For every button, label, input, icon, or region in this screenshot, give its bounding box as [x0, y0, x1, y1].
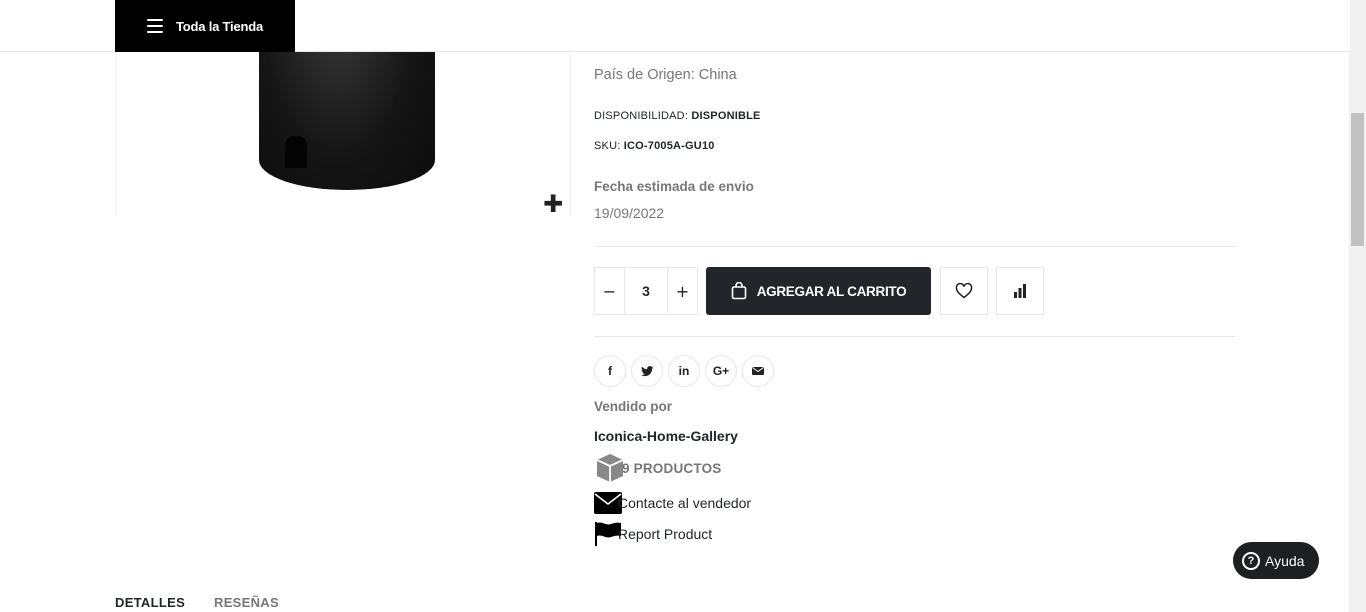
question-icon: ? — [1242, 551, 1260, 570]
page-scrollbar[interactable] — [1349, 0, 1366, 612]
quantity-input[interactable]: 3 — [624, 268, 668, 314]
vendor-products-link[interactable]: 9 PRODUCTOS — [594, 452, 721, 484]
contact-vendor-label: Contacte al vendedor — [618, 495, 752, 511]
googleplus-icon: G+ — [712, 364, 730, 378]
zoom-plus-icon[interactable]: ✚ — [543, 192, 563, 216]
origin-text: País de Origen: China — [594, 67, 737, 83]
facebook-share-button[interactable]: f — [594, 355, 626, 387]
quantity-plus-button[interactable]: + — [668, 268, 697, 314]
hamburger-icon — [147, 19, 163, 33]
wishlist-button[interactable] — [940, 267, 988, 315]
shipping-date: 19/09/2022 — [594, 205, 665, 221]
contact-vendor-link[interactable]: Contacte al vendedor — [594, 492, 751, 514]
tab-details[interactable]: DETALLES — [115, 595, 185, 610]
quantity-minus-button[interactable]: − — [595, 268, 624, 314]
share-links: f in G+ — [594, 355, 774, 387]
add-to-cart-label: AGREGAR AL CARRITO — [756, 283, 907, 299]
availability-value: DISPONIBLE — [691, 110, 761, 122]
sku-value: ICO-7005A-GU10 — [623, 140, 715, 152]
linkedin-icon: in — [678, 364, 690, 378]
twitter-icon — [640, 365, 653, 376]
report-product-label: Report Product — [618, 526, 713, 542]
bar-chart-icon — [1014, 284, 1026, 298]
googleplus-share-button[interactable]: G+ — [705, 355, 737, 387]
divider — [594, 246, 1235, 247]
all-store-menu-button[interactable]: Toda la Tienda — [115, 0, 295, 52]
shopping-bag-icon — [731, 282, 746, 300]
shipping-title: Fecha estimada de envio — [594, 179, 754, 194]
availability: DISPONIBILIDAD: DISPONIBLE — [594, 110, 1234, 122]
quantity-stepper: − 3 + — [594, 267, 698, 315]
vendor-name-link[interactable]: Iconica-Home-Gallery — [594, 428, 1234, 444]
divider — [594, 336, 1235, 337]
vendor-products-count: 9 PRODUCTOS — [622, 460, 722, 476]
report-product-link[interactable]: Report Product — [594, 522, 712, 546]
tab-reviews[interactable]: RESEÑAS — [214, 595, 279, 610]
all-store-menu-label: Toda la Tienda — [176, 18, 264, 34]
help-label: Ayuda — [1265, 552, 1305, 569]
availability-label: DISPONIBILIDAD: — [594, 110, 689, 122]
add-to-cart-button[interactable]: AGREGAR AL CARRITO — [706, 267, 931, 315]
compare-button[interactable] — [996, 267, 1044, 315]
linkedin-share-button[interactable]: in — [668, 355, 700, 387]
twitter-share-button[interactable] — [631, 355, 663, 387]
scrollbar-thumb[interactable] — [1351, 113, 1364, 246]
sold-by-label: Vendido por — [594, 399, 673, 414]
heart-icon — [955, 283, 973, 299]
email-icon — [752, 367, 764, 375]
sku: SKU: ICO-7005A-GU10 — [594, 140, 1234, 152]
help-button[interactable]: ? Ayuda — [1233, 542, 1319, 579]
sticky-header: Toda la Tienda — [0, 0, 1350, 52]
email-share-button[interactable] — [742, 355, 774, 387]
facebook-icon: f — [608, 364, 612, 378]
sku-label: SKU: — [594, 140, 621, 152]
